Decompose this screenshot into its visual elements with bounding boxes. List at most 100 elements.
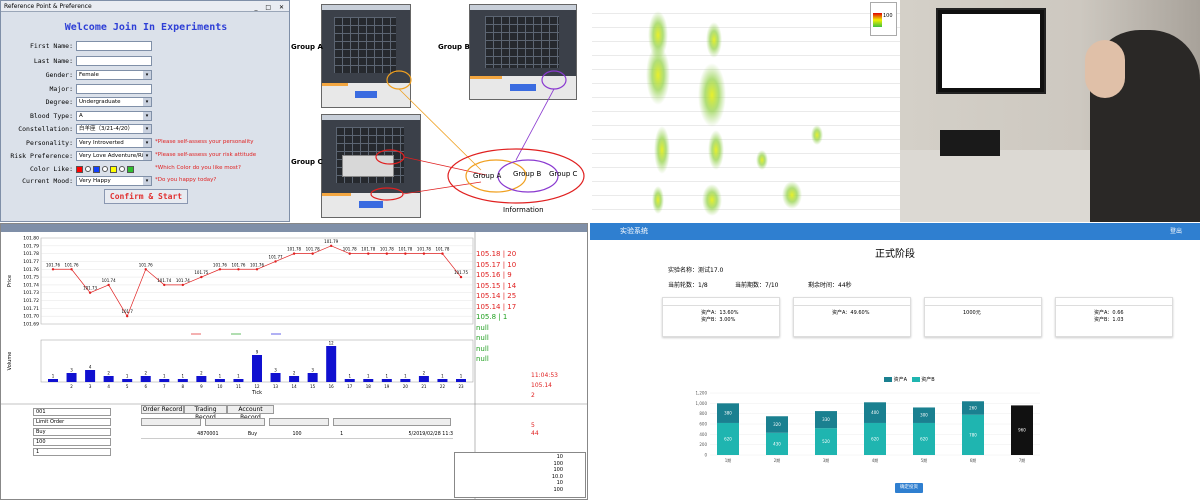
quote-row: 105.14 | 25 (476, 292, 517, 300)
form-field-label: Constellation: (18, 125, 73, 133)
tab-account-record[interactable]: Account Record (227, 405, 274, 421)
order-row[interactable]: 4870001 Buy 100 1 5/2019/02/28 11:34:29 0 (141, 430, 453, 439)
confirm-invest-button[interactable]: 确定投资 (895, 483, 923, 493)
price-point (218, 268, 222, 271)
quote-row: null (476, 334, 489, 342)
volume-data-label: 2 (423, 371, 426, 376)
chevron-down-icon[interactable]: ▾ (143, 139, 151, 147)
form-dropdown[interactable]: Very Happy ▾ (76, 176, 152, 186)
form-text-input[interactable] (76, 41, 152, 51)
heat-blob (646, 45, 670, 105)
volume-bar (381, 379, 392, 382)
window-controls[interactable]: _ □ ✕ (254, 2, 287, 13)
volume-xtick: 9 (200, 384, 203, 389)
order-field[interactable]: 1 (33, 448, 111, 456)
stack-data-label: 520 (822, 439, 830, 444)
legend-max: 100 (883, 13, 893, 19)
price-point (255, 268, 259, 271)
volume-data-label: 12 (329, 341, 335, 346)
chevron-down-icon[interactable]: ▾ (143, 177, 151, 185)
volume-xtick: 18 (366, 384, 372, 389)
volume-xtick: 4 (107, 384, 110, 389)
form-row: Gender: Female ▾ (1, 70, 289, 81)
price-data-label: 101.78 (435, 247, 449, 252)
price-point (125, 314, 129, 318)
price-ytick: 101.75 (23, 275, 39, 281)
color-radio[interactable] (102, 166, 108, 172)
price-data-label: 101.74 (157, 278, 171, 283)
color-swatch[interactable] (76, 165, 83, 173)
form-dropdown[interactable]: Undergraduate ▾ (76, 97, 152, 107)
stack-xtick: 3期 (823, 457, 830, 463)
price-data-label: 101.78 (343, 247, 357, 252)
volume-bar (159, 379, 170, 382)
chevron-down-icon[interactable]: ▾ (143, 152, 151, 160)
volume-bar (103, 376, 114, 382)
color-swatch[interactable] (93, 165, 100, 173)
volume-xtick: 7 (163, 384, 166, 389)
log-box: 10 100 100 10.0 10 100 (454, 452, 586, 498)
form-dropdown[interactable]: Very Love Adventure/Risk ▾ (76, 151, 152, 161)
volume-bar (270, 373, 281, 382)
order-field-value: 100 (36, 439, 46, 445)
form-dropdown[interactable]: Female ▾ (76, 70, 152, 80)
heat-blob (702, 184, 722, 216)
order-action-2[interactable] (205, 418, 265, 426)
form-text-input[interactable] (76, 56, 152, 66)
order-field[interactable]: 100 (33, 438, 111, 446)
stack-xtick: 7期 (1019, 457, 1026, 463)
color-radio[interactable] (119, 166, 125, 172)
volume-data-label: 1 (219, 374, 222, 379)
stack-xtick: 6期 (970, 457, 977, 463)
price-point (200, 275, 203, 279)
price-point (274, 260, 277, 263)
price-axis-label: Price (7, 275, 13, 287)
form-row: Current Mood: Very Happy ▾ *Do you happy to… (1, 176, 289, 187)
volume-xtick: 2 (70, 384, 73, 389)
form-dropdown[interactable]: 白羊座（3/21-4/20） ▾ (76, 124, 152, 134)
confirm-start-button[interactable]: Confirm & Start (104, 189, 188, 204)
price-data-label: 101.7 (121, 309, 133, 314)
order-field[interactable]: 001 (33, 408, 111, 416)
trading-window: 101.80 101.79 101.78 101.77 101.76 101.75 101.… (0, 223, 588, 500)
form-dropdown[interactable]: A ▾ (76, 111, 152, 121)
quote-row: 105.8 | 1 (476, 313, 508, 321)
form-field-label: Current Mood: (22, 177, 73, 185)
form-field-value: Very Happy (79, 178, 111, 184)
stack-ytick: 600 (699, 422, 707, 427)
order-action-3[interactable] (269, 418, 329, 426)
heat-blob (782, 181, 802, 209)
order-field[interactable]: Limit Order (33, 418, 111, 426)
color-swatch[interactable] (127, 165, 134, 173)
tab-order-record[interactable]: Order Record (141, 405, 184, 414)
form-row: Degree: Undergraduate ▾ (1, 97, 289, 108)
photo-panel (900, 0, 1200, 222)
account-stat-value: 5 (531, 422, 535, 429)
stack-ytick: 200 (699, 442, 707, 447)
chevron-down-icon[interactable]: ▾ (143, 125, 151, 133)
form-text-input[interactable] (76, 84, 152, 94)
stack-data-label: 620 (871, 436, 879, 441)
price-data-label: 101.75 (454, 270, 468, 275)
form-dropdown[interactable]: Very Introverted ▾ (76, 138, 152, 148)
heat-blob (654, 126, 670, 174)
price-point (181, 283, 185, 287)
stack-data-label: 620 (724, 436, 732, 441)
price-data-label: 101.76 (231, 262, 245, 267)
price-data-label: 101.77 (269, 254, 283, 259)
order-action-4[interactable] (333, 418, 451, 426)
quote-row: null (476, 323, 489, 332)
color-swatch[interactable] (110, 165, 117, 173)
form-field-label: Blood Type: (29, 112, 73, 120)
order-field-value: Limit Order (36, 419, 65, 425)
price-data-label: 101.78 (306, 247, 320, 252)
order-cell: 5/2019/02/28 11:34:29 0 (408, 432, 454, 437)
order-field[interactable]: Buy (33, 428, 111, 436)
color-radio[interactable] (85, 166, 91, 172)
chevron-down-icon[interactable]: ▾ (143, 98, 151, 106)
tab-trading-record[interactable]: Trading Record (184, 405, 227, 421)
chevron-down-icon[interactable]: ▾ (143, 112, 151, 120)
order-action-1[interactable] (141, 418, 201, 426)
volume-data-label: 1 (460, 374, 463, 379)
chevron-down-icon[interactable]: ▾ (143, 71, 151, 79)
